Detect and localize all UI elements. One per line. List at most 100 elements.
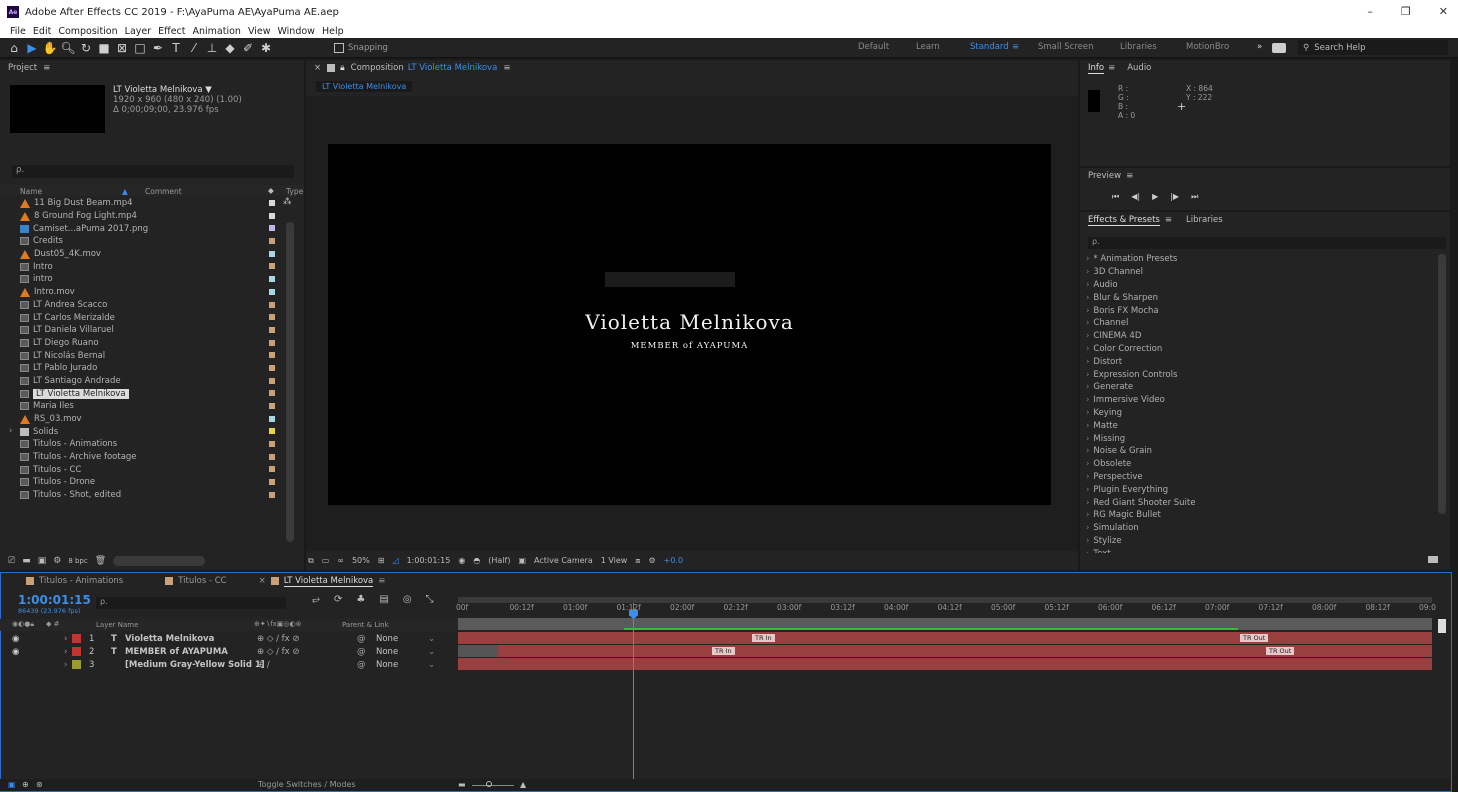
col-name[interactable]: Name <box>20 187 42 196</box>
effects-category[interactable]: › Generate <box>1080 381 1436 394</box>
eye-icon[interactable]: ◉ <box>12 634 19 644</box>
menu-animation[interactable]: Animation <box>193 26 241 37</box>
marker-tr-in-2[interactable]: TR In <box>712 647 735 655</box>
workspace-default[interactable]: Default <box>858 42 889 52</box>
project-item[interactable]: Camiset...aPuma 2017.png <box>0 222 290 235</box>
effects-category[interactable]: › Color Correction <box>1080 343 1436 356</box>
label-color-swatch[interactable] <box>269 428 275 435</box>
comp-title-text[interactable]: Violetta Melnikova <box>328 310 1051 334</box>
label-color-swatch[interactable] <box>269 276 275 283</box>
comp-subtitle-text[interactable]: MEMBER of AYAPUMA <box>328 341 1051 351</box>
interpret-footage-icon[interactable]: ⎚ <box>8 556 15 566</box>
panel-menu-icon[interactable]: ≡ <box>1165 215 1172 225</box>
timeline-search-input[interactable]: ρ. <box>96 597 286 609</box>
project-item[interactable]: LT Daniela Villaruel <box>0 324 290 337</box>
zoom-tool-icon[interactable]: 🔍︎ <box>60 40 76 56</box>
draft-3d-icon[interactable]: ⟳ <box>334 594 342 605</box>
parent-dropdown[interactable]: None <box>376 647 398 657</box>
effects-category[interactable]: › Red Giant Shooter Suite <box>1080 496 1436 509</box>
label-color-swatch[interactable] <box>269 390 275 397</box>
effects-category[interactable]: › Stylize <box>1080 535 1436 548</box>
project-item[interactable]: Titulos - Drone <box>0 476 290 489</box>
project-item[interactable]: LT Diego Ruano <box>0 337 290 350</box>
label-color-swatch[interactable] <box>269 339 275 346</box>
tab-libraries[interactable]: Libraries <box>1186 215 1223 225</box>
parent-pickwhip-icon[interactable]: @ <box>357 647 366 657</box>
composition-link[interactable]: LT Violetta Melnikova <box>408 63 498 73</box>
roto-brush-tool-icon[interactable]: ✐ <box>240 40 256 56</box>
transfer-controls-icon[interactable]: ⊕ <box>22 780 29 789</box>
project-item[interactable]: Intro <box>0 260 290 273</box>
workspace-standard[interactable]: Standard <box>970 42 1009 52</box>
project-item[interactable]: LT Carlos Merizalde <box>0 311 290 324</box>
playhead[interactable] <box>633 603 634 781</box>
bpc-label[interactable]: 8 bpc <box>68 557 87 565</box>
home-icon[interactable]: ⌂ <box>6 40 22 56</box>
effects-category[interactable]: › Noise & Grain <box>1080 445 1436 458</box>
menu-effect[interactable]: Effect <box>158 26 185 37</box>
layer-name[interactable]: MEMBER of AYAPUMA <box>125 647 228 657</box>
effects-category[interactable]: › Keying <box>1080 407 1436 420</box>
always-preview-icon[interactable]: ⧉ <box>308 556 314 566</box>
composition-frame[interactable]: Violetta Melnikova MEMBER of AYAPUMA <box>328 144 1051 505</box>
parent-dropdown[interactable]: None <box>376 634 398 644</box>
composition-viewer-tab[interactable]: LT Violetta Melnikova <box>316 81 413 92</box>
project-item[interactable]: Titulos - CC <box>0 463 290 476</box>
workspace-motionbro[interactable]: MotionBro <box>1186 42 1229 52</box>
preview-title[interactable]: Preview <box>1088 171 1121 181</box>
delete-icon[interactable]: 🗑︎ <box>95 556 106 566</box>
workspace-learn[interactable]: Learn <box>916 42 940 52</box>
grid-icon[interactable]: ⊞ <box>378 556 385 565</box>
effects-category[interactable]: › 3D Channel <box>1080 266 1436 279</box>
label-color-swatch[interactable] <box>269 200 275 206</box>
sync-settings-icon[interactable] <box>1272 43 1286 53</box>
effects-category[interactable]: › Expression Controls <box>1080 368 1436 381</box>
project-item[interactable]: RS_03.mov <box>0 413 290 426</box>
project-thumb-slider[interactable] <box>113 556 206 566</box>
selection-tool-icon[interactable]: ▶ <box>24 40 40 56</box>
shy-layers-icon[interactable]: ♣ <box>356 594 365 605</box>
pen-tool-icon[interactable]: ✒ <box>150 40 166 56</box>
effects-category[interactable]: › * Animation Presets <box>1080 253 1436 266</box>
close-tab-icon[interactable]: × <box>259 576 266 586</box>
effects-category[interactable]: › CINEMA 4D <box>1080 330 1436 343</box>
zoom-dropdown[interactable]: 50% <box>352 556 370 565</box>
project-item[interactable]: Intro.mov <box>0 286 290 299</box>
effects-search-input[interactable]: ρ. <box>1088 237 1446 249</box>
eraser-tool-icon[interactable]: ◆ <box>222 40 238 56</box>
flowchart-icon[interactable]: ⚙ <box>648 556 655 565</box>
timecode-display[interactable]: 1:00:01:15 <box>407 556 451 565</box>
motion-blur-icon[interactable]: ◎ <box>403 594 412 605</box>
effects-category[interactable]: › Matte <box>1080 419 1436 432</box>
menu-layer[interactable]: Layer <box>125 26 152 37</box>
clone-stamp-tool-icon[interactable]: ⊥ <box>204 40 220 56</box>
view-layout-dropdown[interactable]: 1 View <box>601 556 628 565</box>
expand-layer-icon[interactable]: › <box>64 647 67 657</box>
expand-layer-icon[interactable]: › <box>64 660 67 670</box>
menu-window[interactable]: Window <box>277 26 314 37</box>
snapping-checkbox[interactable] <box>334 42 344 53</box>
effects-category[interactable]: › Blur & Sharpen <box>1080 291 1436 304</box>
col-parent-link[interactable]: Parent & Link <box>342 621 389 629</box>
comp-lock-icon[interactable] <box>327 64 336 72</box>
comp-name[interactable]: LT Violetta Melnikova ▼ <box>113 85 242 95</box>
label-color-swatch[interactable] <box>269 441 275 448</box>
panel-menu-icon[interactable]: ≡ <box>1126 171 1133 181</box>
layer-name[interactable]: Violetta Melnikova <box>125 634 214 644</box>
parent-pickwhip-icon[interactable]: @ <box>357 634 366 644</box>
project-search-input[interactable]: ρ. <box>12 165 294 178</box>
chevron-down-icon[interactable]: ⌄ <box>428 647 435 657</box>
layer-bar-3[interactable] <box>458 658 1432 670</box>
effects-category[interactable]: › Plugin Everything <box>1080 483 1436 496</box>
expand-layer-icon[interactable]: › <box>64 634 67 644</box>
project-item[interactable]: Credits <box>0 235 290 248</box>
tab-effects-presets[interactable]: Effects & Presets <box>1088 215 1160 226</box>
exposure-value[interactable]: +0.0 <box>664 556 683 565</box>
rotate-tool-icon[interactable]: ↻ <box>78 40 94 56</box>
menu-composition[interactable]: Composition <box>58 26 117 37</box>
region-icon[interactable]: ◿ <box>392 556 398 565</box>
panel-menu-icon[interactable]: ≡ <box>503 63 510 73</box>
pan-behind-tool-icon[interactable]: ⊠ <box>114 40 130 56</box>
new-composition-icon[interactable]: ▣ <box>38 556 47 566</box>
previous-frame-icon[interactable]: ◀| <box>1131 192 1140 202</box>
